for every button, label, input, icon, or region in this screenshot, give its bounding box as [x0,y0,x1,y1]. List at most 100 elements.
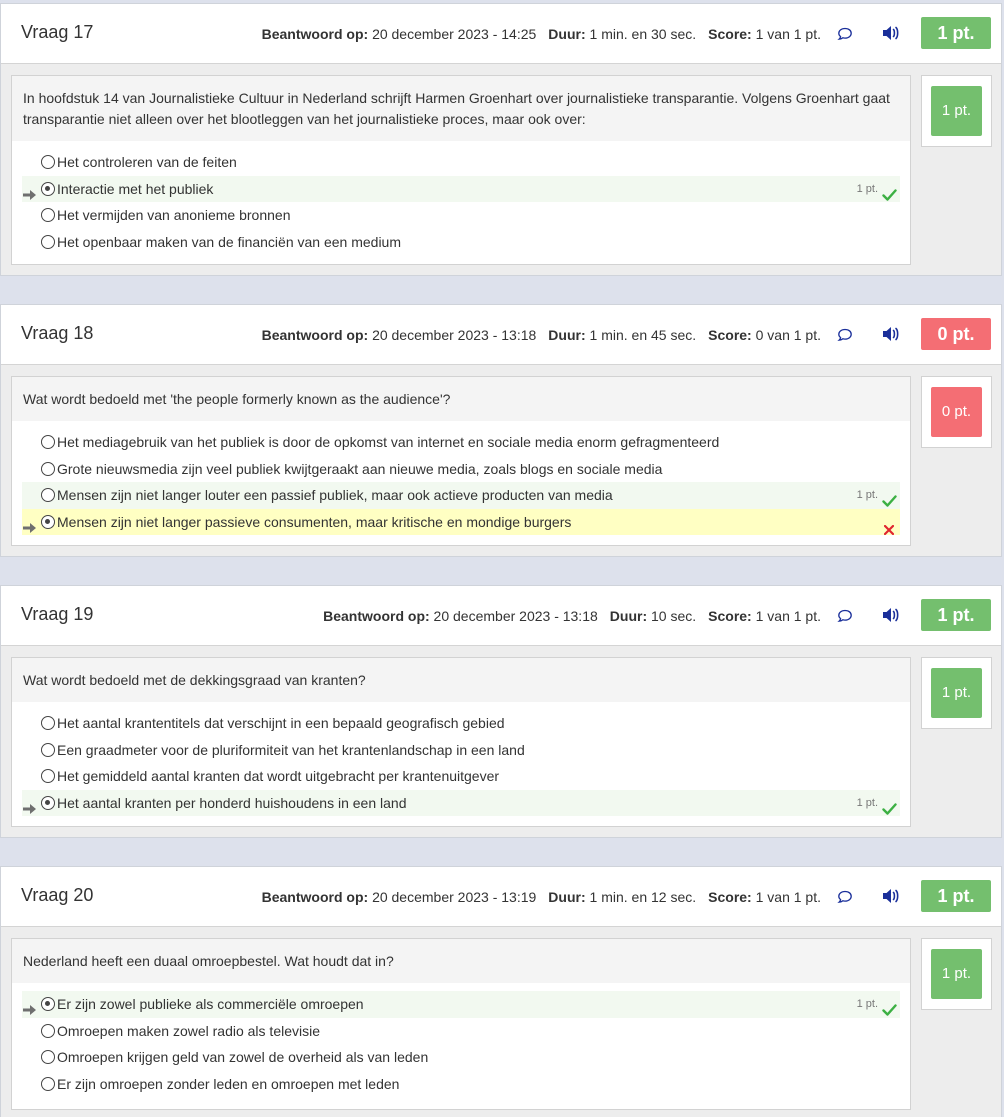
radio-button[interactable] [41,742,55,757]
answer-option[interactable]: Grote nieuwsmedia zijn veel publiek kwij… [22,456,900,483]
radio-button[interactable] [41,435,55,449]
question-header: Vraag 19 Beantwoord op: 20 december 2023 … [1,586,1001,646]
radio-button[interactable] [41,234,55,249]
option-label: Omroepen krijgen geld van zowel de overh… [57,1049,429,1065]
answer-option[interactable]: Er zijn omroepen zonder leden en omroepe… [22,1071,900,1098]
points-box: 1 pt. [921,657,992,729]
selected-arrow-icon [23,797,37,814]
duration-value: 1 min. en 30 sec. [589,26,697,42]
answer-option[interactable]: Het aantal kranten per honderd huishoude… [22,789,900,816]
question-header: Vraag 17 Beantwoord op: 20 december 2023 … [1,4,1001,64]
question-text: Wat wordt bedoeld met 'the people former… [12,377,910,421]
score-badge: 1 pt. [921,599,991,631]
option-label: Het gemiddeld aantal kranten dat wordt u… [57,768,500,784]
selected-arrow-icon [23,183,37,200]
option-label: Het openbaar maken van de financiën van … [57,233,401,250]
answer-option[interactable]: Er zijn zowel publieke als commerciële o… [22,991,900,1018]
option-points: 1 pt. [856,182,878,195]
score-value: 1 van 1 pt. [755,889,821,905]
question-header: Vraag 18 Beantwoord op: 20 december 2023 … [1,305,1001,365]
radio-button[interactable] [41,1023,55,1038]
answer-options: Het controleren van de feiten Interactie … [12,141,910,263]
duration-value: 1 min. en 45 sec. [589,327,697,343]
question-header: Vraag 20 Beantwoord op: 20 december 2023 … [1,867,1001,927]
answered-on-value: 20 december 2023 - 14:25 [372,26,537,42]
answer-option[interactable]: Het gemiddeld aantal kranten dat wordt u… [22,763,900,790]
answer-option[interactable]: Interactie met het publiek 1 pt. [22,175,900,202]
speaker-icon[interactable] [881,887,901,905]
answer-option[interactable]: Omroepen krijgen geld van zowel de overh… [22,1044,900,1071]
answered-on-label: Beantwoord op: [261,26,369,42]
duration-label: Duur: [548,26,586,42]
comment-icon[interactable] [837,26,853,42]
option-points: 1 pt. [856,489,878,501]
question-title: Vraag 20 [21,885,94,905]
score-label: Score: [708,26,752,42]
points-box-value: 0 pt. [931,387,982,437]
answer-option[interactable]: Omroepen maken zowel radio als televisie [22,1018,900,1045]
selected-arrow-icon [23,998,37,1015]
radio-button[interactable] [41,716,55,730]
answer-option[interactable]: Het aantal krantentitels dat verschijnt … [22,710,900,737]
duration-label: Duur: [548,327,586,343]
option-points: 1 pt. [856,796,878,809]
answered-on-value: 20 december 2023 - 13:18 [372,327,537,343]
option-label: Mensen zijn niet langer louter een passi… [57,487,613,503]
answer-option[interactable]: Het vermijden van anonieme bronnen [22,202,900,229]
checkmark-icon [882,797,897,815]
radio-button[interactable] [41,1050,55,1064]
answered-on-value: 20 december 2023 - 13:18 [433,608,598,624]
radio-button[interactable] [41,997,55,1011]
radio-button[interactable] [41,208,55,222]
option-label: Het controleren van de feiten [57,154,237,170]
question-block: Vraag 19 Beantwoord op: 20 december 2023 … [0,585,1002,838]
points-box-value: 1 pt. [931,86,982,136]
radio-button[interactable] [41,155,55,169]
question-title: Vraag 18 [21,323,94,343]
answer-option[interactable]: Het openbaar maken van de financiën van … [22,229,900,256]
answer-option[interactable]: Mensen zijn niet langer louter een passi… [22,482,900,509]
answer-option[interactable]: Mensen zijn niet langer passieve consume… [22,508,900,535]
radio-button[interactable] [41,181,55,196]
radio-button[interactable] [41,461,55,476]
score-value: 1 van 1 pt. [755,26,821,42]
duration-value: 1 min. en 12 sec. [589,889,697,905]
question-block: Vraag 17 Beantwoord op: 20 december 2023 … [0,3,1002,276]
radio-button[interactable] [41,1076,55,1091]
answer-option[interactable]: Het controleren van de feiten [22,149,900,176]
score-badge: 0 pt. [921,318,991,350]
option-label: Het aantal krantentitels dat verschijnt … [57,715,505,731]
duration-label: Duur: [548,889,586,905]
radio-button[interactable] [41,488,55,502]
option-label: Het mediagebruik van het publiek is door… [57,434,720,450]
score-badge: 1 pt. [921,880,991,912]
question-card: Nederland heeft een duaal omroepbestel. … [11,938,911,1110]
duration-label: Duur: [609,608,648,624]
comment-icon[interactable] [837,608,853,624]
comment-icon[interactable] [837,889,853,905]
speaker-icon[interactable] [881,606,901,624]
radio-button[interactable] [41,769,55,783]
points-box: 1 pt. [921,938,992,1010]
answer-option[interactable]: Het mediagebruik van het publiek is door… [22,429,900,456]
speaker-icon[interactable] [881,24,901,42]
speaker-icon[interactable] [881,325,901,343]
duration-value: 10 sec. [651,608,697,624]
points-box-value: 1 pt. [931,949,982,999]
option-label: Het aantal kranten per honderd huishoude… [57,794,407,811]
comment-icon[interactable] [837,327,853,343]
answer-option[interactable]: Een graadmeter voor de pluriformiteit va… [22,737,900,764]
score-value: 0 van 1 pt. [755,327,821,343]
option-label: Er zijn zowel publieke als commerciële o… [57,996,364,1012]
answer-options: Er zijn zowel publieke als commerciële o… [12,983,910,1105]
option-label: Interactie met het publiek [57,180,214,197]
answered-on-value: 20 december 2023 - 13:19 [372,889,537,905]
score-label: Score: [708,327,752,343]
question-title: Vraag 19 [21,604,94,624]
question-text: Wat wordt bedoeld met de dekkingsgraad v… [12,658,910,702]
selected-arrow-icon [23,516,37,533]
question-meta: Beantwoord op: 20 december 2023 - 13:18 D… [262,327,821,343]
checkmark-icon [882,183,897,201]
radio-button[interactable] [41,514,55,529]
radio-button[interactable] [41,795,55,810]
